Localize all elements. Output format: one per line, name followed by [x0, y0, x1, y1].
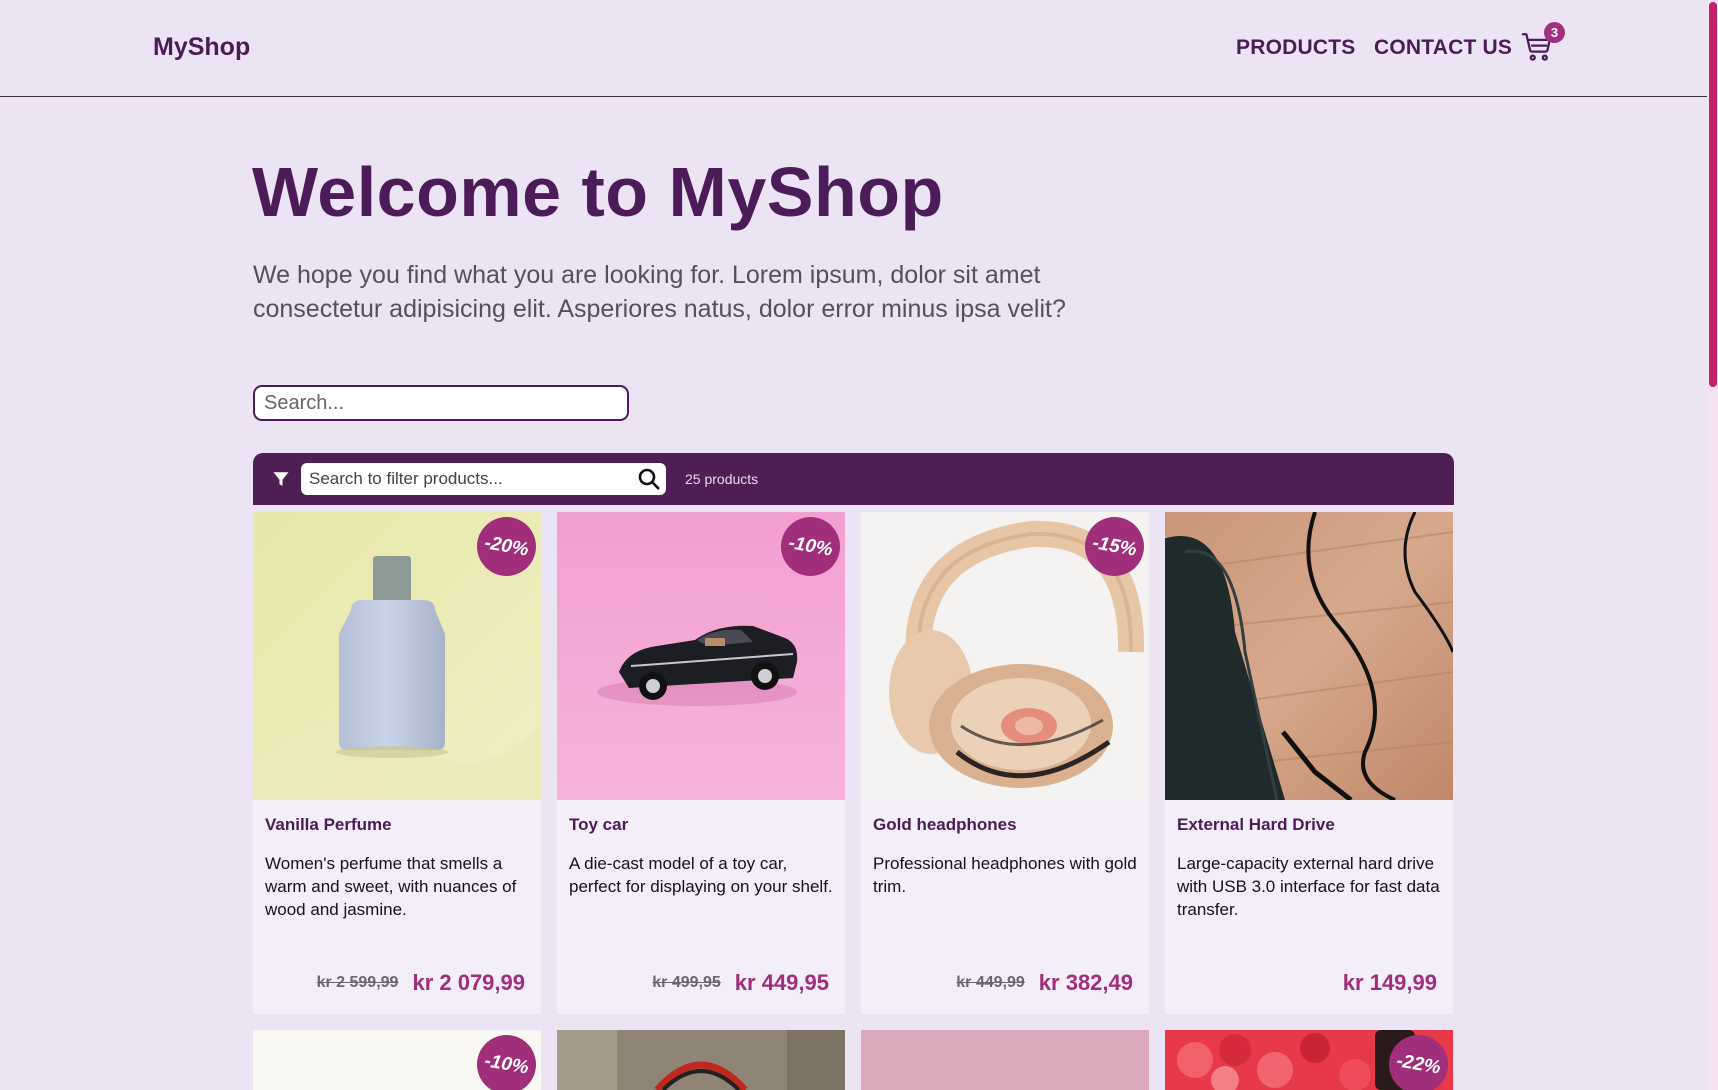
original-price: kr 449,99	[956, 974, 1025, 991]
product-image[interactable]	[557, 1030, 845, 1090]
original-price: kr 499,95	[652, 974, 721, 991]
price-row: kr 449,99 kr 382,49	[956, 970, 1133, 996]
product-description: Large-capacity external hard drive with …	[1177, 854, 1440, 919]
product-card[interactable]: External Hard Drive Large-capacity exter…	[1165, 512, 1453, 1014]
original-price: kr 2 599,99	[316, 974, 399, 991]
search-input[interactable]	[253, 385, 629, 421]
product-name[interactable]: Toy car	[569, 815, 628, 835]
price-row: kr 149,99	[1343, 970, 1437, 996]
nav-products-link[interactable]: PRODUCTS	[1236, 36, 1355, 60]
product-description: Women's perfume that smells a warm and s…	[265, 854, 517, 919]
page-title: Welcome to MyShop	[252, 153, 944, 231]
product-image-hard-drive[interactable]	[1165, 512, 1453, 800]
nav-contact-us-link[interactable]: CONTACT US	[1374, 36, 1512, 60]
product-image[interactable]	[861, 1030, 1149, 1090]
product-name[interactable]: External Hard Drive	[1177, 815, 1335, 835]
sale-price: kr 2 079,99	[412, 970, 525, 995]
product-count: 25 products	[685, 471, 759, 487]
sale-price: kr 449,95	[734, 970, 829, 995]
product-name[interactable]: Vanilla Perfume	[265, 815, 392, 835]
page-scrollbar-thumb[interactable]	[1709, 2, 1717, 387]
product-card[interactable]: -10%	[253, 1030, 541, 1090]
product-description: A die-cast model of a toy car, perfect f…	[569, 854, 833, 896]
price-row: kr 499,95 kr 449,95	[652, 970, 829, 996]
product-card[interactable]	[557, 1030, 845, 1090]
product-name[interactable]: Gold headphones	[873, 815, 1017, 835]
price-row: kr 2 599,99 kr 2 079,99	[317, 970, 525, 996]
cart-count-badge: 3	[1544, 22, 1565, 43]
product-card[interactable]: -10% Toy car A die-cast model of a toy c…	[557, 512, 845, 1014]
product-card[interactable]: -20% Vanilla Perfume Women's perfume tha…	[253, 512, 541, 1014]
filter-products-input[interactable]	[301, 463, 666, 495]
search-icon[interactable]	[637, 467, 661, 491]
product-card[interactable]: -15% Gold headphones Professional headph…	[861, 512, 1149, 1014]
product-filter-bar: 25 products	[253, 453, 1454, 505]
product-card[interactable]: -22%	[1165, 1030, 1453, 1090]
sale-price: kr 382,49	[1038, 970, 1133, 995]
product-card[interactable]	[861, 1030, 1149, 1090]
product-description: Professional headphones with gold trim.	[873, 854, 1137, 896]
page-subtitle: We hope you find what you are looking fo…	[253, 261, 1066, 323]
brand-logo[interactable]: MyShop	[153, 33, 250, 62]
sale-price: kr 149,99	[1342, 970, 1437, 995]
filter-icon[interactable]	[272, 470, 290, 488]
top-navigation-bar: MyShop PRODUCTS CONTACT US 3	[0, 0, 1707, 97]
